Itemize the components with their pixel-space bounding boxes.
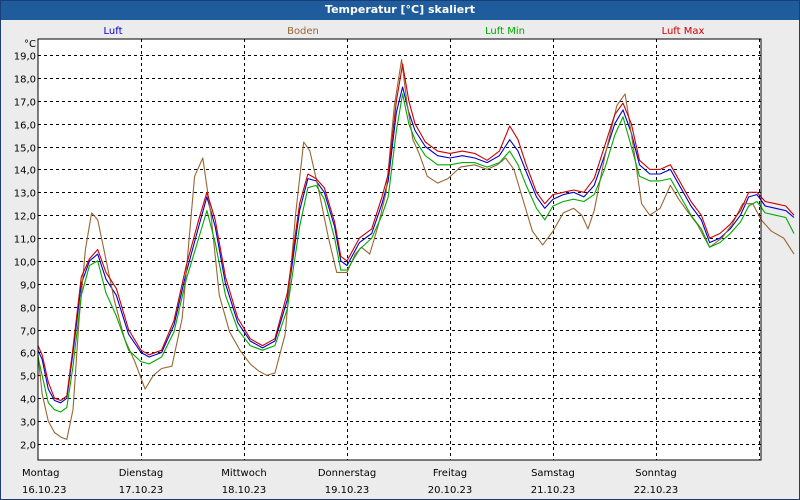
x-tick-date: 22.10.23	[634, 485, 679, 496]
x-tick-day: Freitag	[433, 468, 467, 479]
x-tick-day: Montag	[22, 468, 59, 479]
temperature-chart: 2,0 3,0 4,0 5,0 6,0 7,0 8,0 9,0 10,0 11,0 12,0 13,0…	[14, 26, 795, 496]
x-tick-date: 19.10.23	[325, 485, 370, 496]
y-tick-label: 19,0	[14, 52, 36, 63]
y-tick-label: 8,0	[20, 304, 36, 315]
y-tick-label: 17,0	[14, 98, 36, 109]
x-tick-day: Dienstag	[119, 468, 164, 479]
legend: Luft Boden Luft Min Luft Max	[104, 26, 705, 37]
y-axis-unit: °C	[24, 39, 36, 50]
y-tick-label: 16,0	[14, 121, 36, 132]
y-tick-label: 11,0	[14, 235, 36, 246]
x-tick-date: 16.10.23	[22, 485, 67, 496]
x-tick-day: Donnerstag	[318, 468, 376, 479]
y-tick-labels: 2,0 3,0 4,0 5,0 6,0 7,0 8,0 9,0 10,0 11,0 12,0 13,0…	[14, 39, 36, 452]
x-tick-date: 21.10.23	[531, 485, 576, 496]
y-tick-label: 7,0	[20, 327, 36, 338]
x-tick-day: Sonntag	[635, 468, 677, 479]
legend-item-luft: Luft	[104, 26, 123, 37]
legend-item-luft-max: Luft Max	[662, 26, 705, 37]
y-tick-label: 14,0	[14, 166, 36, 177]
y-tick-label: 18,0	[14, 75, 36, 86]
legend-item-boden: Boden	[287, 26, 319, 37]
y-tick-label: 3,0	[20, 418, 36, 429]
y-tick-label: 2,0	[20, 441, 36, 452]
x-tick-day: Samstag	[531, 468, 575, 479]
y-tick-label: 4,0	[20, 395, 36, 406]
y-tick-label: 10,0	[14, 258, 36, 269]
x-tick-date: 20.10.23	[428, 485, 473, 496]
y-tick-label: 6,0	[20, 349, 36, 360]
x-tick-labels: Montag 16.10.23 Dienstag 17.10.23 Mittwoch 18…	[22, 468, 678, 496]
y-tick-label: 15,0	[14, 144, 36, 155]
y-tick-label: 5,0	[20, 372, 36, 383]
x-tick-date: 17.10.23	[119, 485, 164, 496]
y-tick-label: 9,0	[20, 281, 36, 292]
plot-area	[38, 39, 761, 460]
x-tick-day: Mittwoch	[221, 468, 266, 479]
legend-item-luft-min: Luft Min	[485, 26, 525, 37]
x-tick-date: 18.10.23	[222, 485, 267, 496]
y-tick-label: 12,0	[14, 212, 36, 223]
y-tick-label: 13,0	[14, 189, 36, 200]
